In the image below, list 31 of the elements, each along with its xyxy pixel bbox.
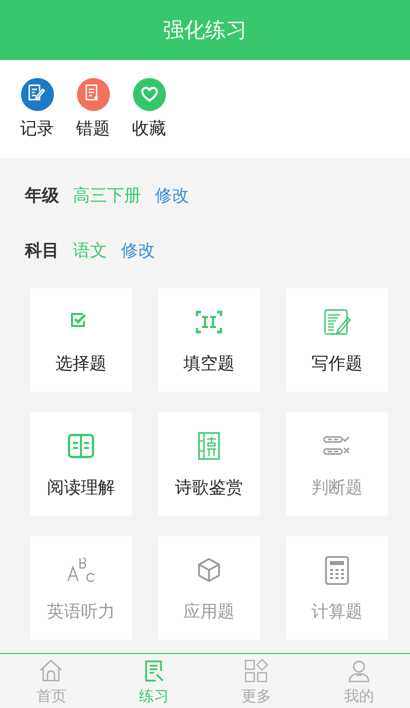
setting-value: 语文 [73,240,107,262]
exercise-label: 判断题 [312,476,362,498]
exercise-label: 填空题 [184,352,234,374]
shortcut-label[interactable]: 错题 [76,117,110,140]
exercise-label: 计算题 [312,600,362,622]
nav-tab[interactable]: 练习 [102,654,205,708]
exercise-card[interactable]: 选择题 [30,288,132,392]
exercise-card[interactable]: 填空题 [158,288,260,392]
exercise-label: 应用题 [184,600,234,622]
document-pen-icon[interactable] [20,78,54,111]
exercise-label: 诗歌鉴赏 [175,476,243,498]
exercise-label: 英语听力 [47,600,115,622]
page-title: 强化练习 [163,17,247,44]
shortcut-label[interactable]: 收藏 [132,117,166,140]
exercise-card[interactable]: 写作题 [286,288,388,392]
nav-tab[interactable]: 我的 [308,654,410,708]
exercise-label: 阅读理解 [47,476,115,498]
document-cross-icon[interactable] [76,78,110,111]
shortcut-label[interactable]: 记录 [20,117,54,140]
grid-icon [242,656,270,684]
edit-link[interactable]: 修改 [121,239,155,262]
exercise-card[interactable]: 诗歌鉴赏 [158,412,260,516]
nav-tab[interactable]: 首页 [0,654,102,708]
exercise-label: 选择题 [56,352,106,374]
nav-tab[interactable]: 更多 [205,654,308,708]
edit-link[interactable]: 修改 [155,184,189,207]
setting-label: 科目 [25,240,59,262]
setting-value: 高三下册 [73,185,141,207]
setting-label: 年级 [25,185,59,207]
exercise-label: 写作题 [312,352,362,374]
exercise-card[interactable]: 阅读理解 [30,412,132,516]
